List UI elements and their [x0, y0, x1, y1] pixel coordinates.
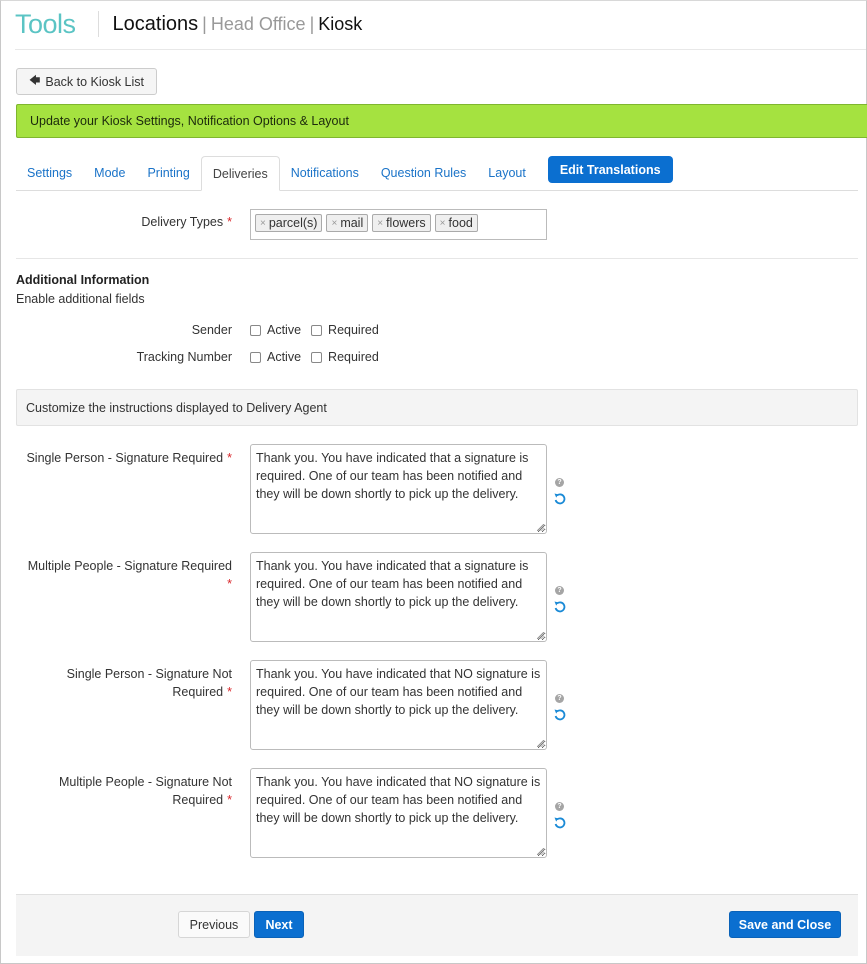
next-button[interactable]: Next: [254, 911, 304, 938]
single-person-sig-required-textarea[interactable]: Thank you. You have indicated that a sig…: [250, 444, 547, 534]
page-header: Tools Locations | Head Office | Kiosk: [15, 6, 362, 42]
additional-info-title: Additional Information: [16, 273, 150, 287]
tab-deliveries[interactable]: Deliveries: [200, 156, 280, 191]
reset-icon[interactable]: [553, 600, 567, 614]
tab-question-rules[interactable]: Question Rules: [370, 156, 477, 190]
tab-mode[interactable]: Mode: [83, 156, 136, 190]
textarea-value: Thank you. You have indicated that a sig…: [256, 451, 529, 501]
section-divider: [16, 258, 858, 259]
tag-label: parcel(s): [268, 216, 318, 230]
required-asterisk: *: [227, 793, 232, 807]
previous-button[interactable]: Previous: [178, 911, 250, 938]
multiple-people-sig-not-required-textarea[interactable]: Thank you. You have indicated that NO si…: [250, 768, 547, 858]
help-icon[interactable]: ?: [555, 694, 564, 703]
tracking-number-label: Tracking Number: [136, 350, 232, 364]
tag-parcels: × parcel(s): [255, 214, 323, 232]
help-icon[interactable]: ?: [555, 586, 564, 595]
delivery-types-label-text: Delivery Types: [141, 215, 224, 229]
brand-logo: Tools: [15, 8, 76, 39]
textarea-value: Thank you. You have indicated that NO si…: [256, 775, 541, 825]
header-divider: [97, 11, 99, 37]
reset-icon[interactable]: [553, 816, 567, 830]
additional-info-subtitle: Enable additional fields: [16, 292, 145, 306]
banner-text: Update your Kiosk Settings, Notification…: [30, 114, 349, 128]
tab-settings[interactable]: Settings: [16, 156, 83, 190]
sender-required-checkbox[interactable]: [311, 324, 323, 336]
tag-food: × food: [434, 214, 478, 232]
breadcrumb-separator: |: [202, 13, 207, 34]
sender-options: Active Required: [250, 323, 383, 337]
label-text: Multiple People - Signature Not Required: [58, 775, 232, 807]
save-and-close-button[interactable]: Save and Close: [729, 911, 841, 938]
single-person-sig-not-required-label: Single Person - Signature Not Required *: [40, 665, 232, 701]
tracking-active-label: Active: [267, 350, 302, 364]
multiple-people-sig-required-textarea[interactable]: Thank you. You have indicated that a sig…: [250, 552, 547, 642]
tab-layout[interactable]: Layout: [477, 156, 537, 190]
tracking-active-checkbox[interactable]: [250, 351, 261, 363]
resize-handle[interactable]: [537, 524, 544, 531]
required-asterisk: *: [227, 451, 232, 465]
multiple-people-sig-required-label: Multiple People - Signature Required *: [16, 557, 232, 593]
delivery-types-label: Delivery Types *: [16, 215, 232, 229]
header-divider-line: [15, 49, 866, 50]
single-person-sig-required-label: Single Person - Signature Required *: [16, 449, 232, 467]
tag-label: food: [448, 216, 473, 230]
breadcrumb-kiosk: Kiosk: [318, 13, 363, 34]
back-button-label: Back to Kiosk List: [45, 74, 145, 89]
tracking-number-options: Active Required: [250, 350, 383, 364]
tag-flowers: × flowers: [372, 214, 431, 232]
breadcrumb-separator: |: [309, 13, 315, 34]
resize-handle[interactable]: [537, 632, 544, 639]
textarea-value: Thank you. You have indicated that NO si…: [256, 667, 541, 717]
back-to-kiosk-list-button[interactable]: 🡄 Back to Kiosk List: [16, 68, 157, 95]
required-asterisk: *: [227, 577, 232, 591]
reset-icon[interactable]: [553, 492, 567, 506]
help-icon[interactable]: ?: [555, 802, 564, 811]
sender-active-label: Active: [267, 323, 302, 337]
remove-tag-icon[interactable]: ×: [377, 218, 383, 229]
instructions-header: Customize the instructions displayed to …: [16, 389, 858, 426]
info-banner: Update your Kiosk Settings, Notification…: [16, 104, 867, 138]
settings-tabs: Settings Mode Printing Deliveries Notifi…: [16, 156, 858, 191]
edit-translations-button[interactable]: Edit Translations: [547, 156, 673, 183]
arrow-left-icon: 🡄: [28, 75, 41, 87]
instructions-header-text: Customize the instructions displayed to …: [26, 400, 327, 415]
breadcrumb-head-office[interactable]: Head Office: [211, 14, 306, 35]
required-asterisk: *: [227, 215, 232, 229]
single-person-sig-not-required-textarea[interactable]: Thank you. You have indicated that NO si…: [250, 660, 547, 750]
tag-label: flowers: [386, 216, 426, 230]
tag-label: mail: [340, 216, 364, 230]
resize-handle[interactable]: [537, 740, 544, 747]
remove-tag-icon[interactable]: ×: [260, 218, 266, 229]
sender-required-label: Required: [328, 323, 379, 337]
required-asterisk: *: [227, 685, 232, 699]
help-icon[interactable]: ?: [555, 478, 564, 487]
sender-active-checkbox[interactable]: [250, 324, 261, 336]
label-text: Multiple People - Signature Required: [27, 559, 232, 573]
tracking-required-label: Required: [328, 350, 379, 364]
label-text: Single Person - Signature Not Required: [66, 667, 232, 699]
multiple-people-sig-not-required-label: Multiple People - Signature Not Required…: [40, 773, 232, 809]
reset-icon[interactable]: [553, 708, 567, 722]
tab-notifications[interactable]: Notifications: [280, 156, 370, 190]
breadcrumb-locations[interactable]: Locations: [113, 13, 199, 36]
remove-tag-icon[interactable]: ×: [331, 218, 337, 229]
textarea-value: Thank you. You have indicated that a sig…: [256, 559, 529, 609]
remove-tag-icon[interactable]: ×: [440, 218, 446, 229]
tag-mail: × mail: [326, 214, 369, 232]
resize-handle[interactable]: [537, 848, 544, 855]
tab-printing[interactable]: Printing: [136, 156, 200, 190]
tracking-required-checkbox[interactable]: [311, 351, 323, 363]
delivery-types-input[interactable]: × parcel(s) × mail × flowers × food: [250, 209, 547, 240]
sender-label: Sender: [191, 323, 232, 337]
label-text: Single Person - Signature Required: [26, 451, 224, 465]
